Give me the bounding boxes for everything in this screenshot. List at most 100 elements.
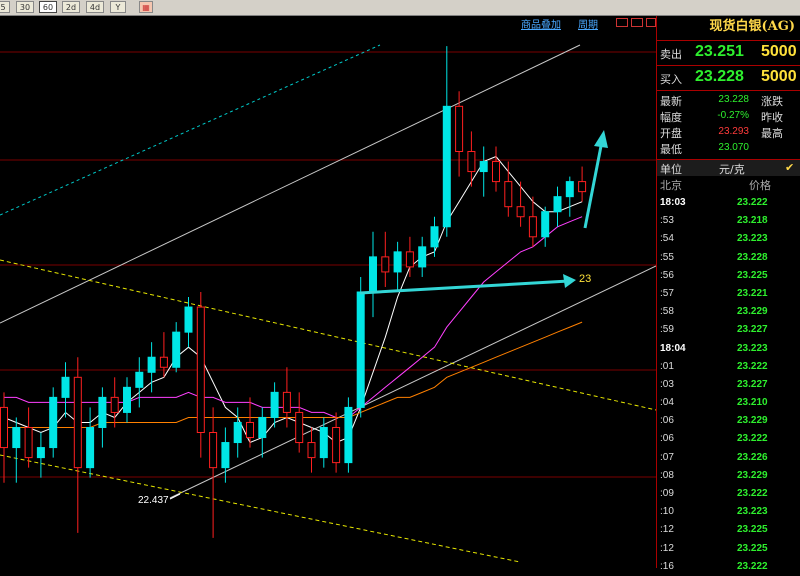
tick-row: :08 23.229	[657, 467, 800, 485]
tick-price: 23.228	[737, 251, 768, 263]
period-5min-button[interactable]: 5	[0, 1, 10, 13]
candle-body	[233, 421, 242, 444]
tick-row: :10 23.223	[657, 503, 800, 521]
period-year-button[interactable]: Y	[110, 1, 126, 13]
candle-body	[12, 426, 21, 449]
candle-body	[159, 356, 168, 368]
support-arrow-line	[359, 279, 570, 295]
candle-body	[541, 211, 550, 238]
candle-body	[565, 181, 574, 198]
candle-body	[49, 396, 58, 449]
candle-body	[282, 391, 291, 413]
unit-label: 单位	[660, 163, 682, 176]
candle-body	[307, 442, 316, 459]
checkmark-icon[interactable]: ✔	[785, 161, 794, 174]
tick-price: 23.221	[737, 287, 768, 299]
candle-body	[516, 206, 525, 218]
tick-time: :10	[660, 506, 674, 518]
candle-body	[455, 105, 464, 152]
unit-bar[interactable]: 单位 元/克 ✔	[657, 159, 800, 176]
moving-average-line	[4, 216, 583, 418]
tick-price: 23.222	[737, 560, 768, 572]
tick-price: 23.210	[737, 397, 768, 409]
overlay-menu-link[interactable]: 商品叠加	[521, 16, 561, 31]
stat-label: 幅度	[660, 111, 682, 124]
tick-price: 23.229	[737, 306, 768, 318]
tick-price: 23.222	[737, 360, 768, 372]
stats-divider	[657, 90, 800, 91]
candle-body	[405, 251, 414, 268]
period-4d-button[interactable]: 4d	[86, 1, 104, 13]
candle-body	[418, 246, 427, 268]
candle-body	[24, 426, 33, 459]
candle-body	[430, 226, 439, 248]
stat-label-2: 昨收	[761, 111, 783, 124]
tick-list[interactable]: 18:03 23.222 :53 23.218 :54 23.223 :55 23.228 :5…	[657, 194, 800, 576]
tick-list-header: 北京 价格	[657, 176, 800, 192]
calendar-icon[interactable]: ▦	[139, 1, 153, 13]
tick-time: :12	[660, 524, 674, 536]
candle-body	[344, 406, 353, 464]
tick-time: :55	[660, 251, 674, 263]
buy-quote-row[interactable]: 买入 23.228 5000	[657, 65, 800, 90]
candle-body	[147, 356, 156, 373]
stat-label-2: 涨跌	[761, 95, 783, 108]
period-30min-button[interactable]: 30	[16, 1, 34, 13]
low-price-pointer	[169, 493, 181, 500]
window-maximize-icon[interactable]	[631, 18, 643, 27]
breakout-arrow-line	[583, 140, 604, 229]
tick-time: :56	[660, 269, 674, 281]
period-2d-button[interactable]: 2d	[62, 1, 80, 13]
stat-value: 23.293	[718, 126, 749, 137]
tick-price: 23.222	[737, 488, 768, 499]
candle-body	[246, 421, 254, 439]
tick-row: :12 23.225	[657, 521, 800, 539]
tick-row: :06 23.229	[657, 412, 800, 430]
support-arrow-head	[563, 274, 576, 288]
tick-row: :06 23.222	[657, 430, 800, 448]
tick-time-header: 北京	[660, 179, 682, 192]
tick-row: :53 23.218	[657, 212, 800, 230]
tick-price: 23.222	[737, 197, 768, 208]
tick-price: 23.222	[737, 433, 768, 445]
tick-price: 23.223	[737, 506, 768, 518]
stat-value: 23.228	[718, 94, 749, 105]
tick-time: :08	[660, 469, 674, 481]
tick-time: :07	[660, 451, 674, 463]
candle-body	[479, 161, 488, 173]
tick-row: :03 23.227	[657, 376, 800, 394]
tick-time: :57	[660, 287, 674, 299]
tick-row: :57 23.221	[657, 285, 800, 303]
tick-price: 23.223	[737, 342, 768, 354]
tick-row: :12 23.225	[657, 540, 800, 558]
tick-row: :04 23.210	[657, 394, 800, 412]
period-60min-button[interactable]: 60	[39, 1, 57, 13]
sell-quote-row[interactable]: 卖出 23.251 5000	[657, 40, 800, 65]
period-menu-link[interactable]: 周期	[578, 16, 598, 31]
tick-row: :01 23.222	[657, 358, 800, 376]
stat-label-2: 最高	[761, 127, 783, 140]
moving-average-line	[3, 155, 583, 444]
stat-row-open: 开盘 23.293 最高	[657, 124, 800, 140]
tick-row: 18:03 23.222	[657, 194, 800, 212]
candle-body	[369, 256, 377, 293]
tick-time: :54	[660, 233, 674, 245]
unit-value: 元/克	[719, 163, 745, 176]
tick-time: :53	[660, 215, 674, 227]
tick-price: 23.226	[737, 451, 768, 463]
tick-row: :16 23.222	[657, 558, 800, 576]
candle-body	[381, 256, 390, 273]
buy-volume: 5000	[761, 68, 797, 85]
tick-row: :59 23.227	[657, 321, 800, 339]
candle-body	[172, 331, 181, 368]
window-restore-icon[interactable]	[616, 18, 628, 27]
tick-time: :09	[660, 488, 674, 499]
tick-price: 23.218	[737, 215, 768, 227]
candle-body	[184, 306, 193, 333]
sell-volume: 5000	[761, 43, 797, 60]
window-close-icon[interactable]	[646, 18, 656, 27]
channel-upper-line	[0, 44, 581, 324]
quote-panel: 现货白银(AG) 卖出 23.251 5000 买入 23.228 5000 最…	[656, 16, 800, 572]
candle-body	[319, 426, 328, 459]
low-price-label: 22.437	[138, 495, 169, 506]
